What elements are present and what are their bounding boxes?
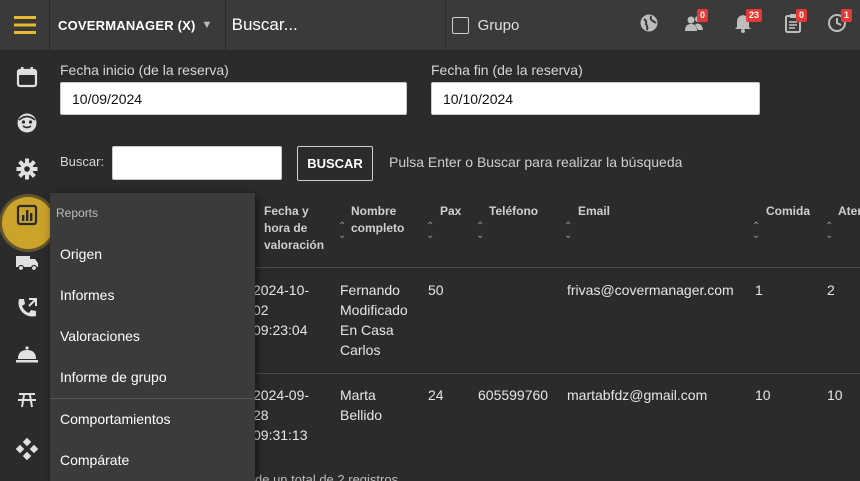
menu-item-origen[interactable]: Origen xyxy=(60,246,102,262)
col-header-fecha[interactable]: Fecha y hora de valoración xyxy=(264,203,330,254)
group-label: Grupo xyxy=(477,16,520,34)
sidebar-item-customers[interactable] xyxy=(14,110,40,136)
hamburger-menu-button[interactable] xyxy=(0,0,50,50)
sidebar-item-games[interactable] xyxy=(14,436,40,462)
global-search[interactable]: Buscar... xyxy=(226,0,446,50)
cell-pax: 24 xyxy=(428,387,444,403)
cell-telefono: 605599760 xyxy=(478,387,549,403)
menu-item-comportamientos[interactable]: Comportamientos xyxy=(60,411,171,427)
search-button[interactable]: BUSCAR xyxy=(297,146,373,181)
col-header-nombre[interactable]: Nombre completo xyxy=(351,203,421,237)
menu-item-informes[interactable]: Informes xyxy=(60,287,114,303)
table-header-divider xyxy=(240,267,860,268)
clipboard-badge: 0 xyxy=(796,9,808,22)
group-checkbox[interactable] xyxy=(451,16,469,34)
sort-icon-atencion[interactable]: ⌃ ⌄ xyxy=(825,222,833,241)
users-icon[interactable]: 0 xyxy=(684,9,709,37)
sidebar xyxy=(0,50,54,481)
gamepad-icon xyxy=(16,438,38,460)
strikethrough-icon xyxy=(18,393,36,408)
col-header-atencion[interactable]: Aten xyxy=(838,203,860,220)
cloche-icon xyxy=(16,346,38,363)
search-label: Buscar: xyxy=(60,154,105,169)
table-row-divider xyxy=(240,373,860,374)
menu-item-valoraciones[interactable]: Valoraciones xyxy=(60,328,140,344)
clock-badge: 1 xyxy=(841,9,853,22)
clock-icon[interactable]: 1 xyxy=(827,9,853,37)
reports-menu: Reports Origen Informes Valoraciones Inf… xyxy=(50,193,255,481)
col-header-email[interactable]: Email xyxy=(578,203,610,220)
end-date-label: Fecha fin (de la reserva) xyxy=(431,62,583,78)
gear-icon xyxy=(16,158,38,180)
sidebar-item-delivery[interactable] xyxy=(14,249,40,275)
cell-nombre: Marta Bellido xyxy=(340,387,383,423)
top-icons: 0 23 0 1 xyxy=(630,0,860,50)
phone-icon xyxy=(18,298,37,317)
truck-icon xyxy=(16,256,38,272)
face-icon xyxy=(17,113,37,133)
top-bar: COVERMANAGER (X) ▼ Buscar... Grupo 0 23 … xyxy=(0,0,860,50)
table-footer-info: de un total de 2 registros xyxy=(255,472,399,481)
cell-fecha: 2024-09-28 09:31:13 xyxy=(253,387,310,443)
globe-icon[interactable] xyxy=(639,13,663,37)
cell-email: frivas@covermanager.com xyxy=(567,282,734,298)
search-input[interactable] xyxy=(112,146,282,180)
col-header-comida[interactable]: Comida xyxy=(766,203,810,220)
sort-icon-pax[interactable]: ⌃ ⌄ xyxy=(426,222,434,241)
bell-icon[interactable]: 23 xyxy=(733,9,763,37)
chevron-down-icon: ▼ xyxy=(201,19,213,31)
bell-badge: 23 xyxy=(746,9,763,22)
cell-comida: 1 xyxy=(755,282,763,298)
cell-nombre: Fernando Modificado En Casa Carlos xyxy=(340,282,408,358)
reports-icon xyxy=(16,204,38,226)
sort-icon-email[interactable]: ⌃ ⌄ xyxy=(564,222,572,241)
sidebar-item-format[interactable] xyxy=(14,387,40,413)
start-date-input[interactable]: 10/09/2024 xyxy=(60,82,407,115)
menu-item-comparate[interactable]: Compárate xyxy=(60,452,129,468)
col-header-telefono[interactable]: Teléfono xyxy=(489,203,538,220)
menu-item-informe-de-grupo[interactable]: Informe de grupo xyxy=(60,369,167,385)
reports-menu-header: Reports xyxy=(56,206,99,220)
global-search-input[interactable]: Buscar... xyxy=(232,15,360,35)
cell-atencion: 10 xyxy=(827,387,843,403)
sort-icon-comida[interactable]: ⌃ ⌄ xyxy=(752,222,760,241)
restaurant-name: COVERMANAGER (X) xyxy=(58,17,196,33)
users-badge: 0 xyxy=(697,9,709,22)
cell-fecha: 2024-10-02 09:23:04 xyxy=(253,282,310,338)
cell-comida: 10 xyxy=(755,387,771,403)
sidebar-item-service[interactable] xyxy=(14,341,40,367)
group-toggle[interactable]: Grupo xyxy=(451,16,520,34)
menu-divider xyxy=(50,398,255,399)
col-header-pax[interactable]: Pax xyxy=(440,203,461,220)
restaurant-selector[interactable]: COVERMANAGER (X) ▼ xyxy=(50,0,226,50)
calendar-icon xyxy=(16,67,38,88)
cell-pax: 50 xyxy=(428,282,444,298)
cell-atencion: 2 xyxy=(827,282,835,298)
sidebar-item-settings[interactable] xyxy=(14,156,40,182)
sidebar-item-calls[interactable] xyxy=(14,295,40,321)
cell-email: martabfdz@gmail.com xyxy=(567,387,708,403)
sort-icon-nombre[interactable]: ⌃ ⌄ xyxy=(338,222,346,241)
end-date-input[interactable]: 10/10/2024 xyxy=(431,82,760,115)
sidebar-item-reports[interactable] xyxy=(14,202,40,228)
clipboard-icon[interactable]: 0 xyxy=(783,9,808,37)
hamburger-icon xyxy=(13,16,36,34)
sort-icon-telefono[interactable]: ⌃ ⌄ xyxy=(476,222,484,241)
start-date-label: Fecha inicio (de la reserva) xyxy=(60,62,229,78)
sidebar-item-calendar[interactable] xyxy=(14,64,40,90)
search-hint: Pulsa Enter o Buscar para realizar la bú… xyxy=(389,154,683,170)
